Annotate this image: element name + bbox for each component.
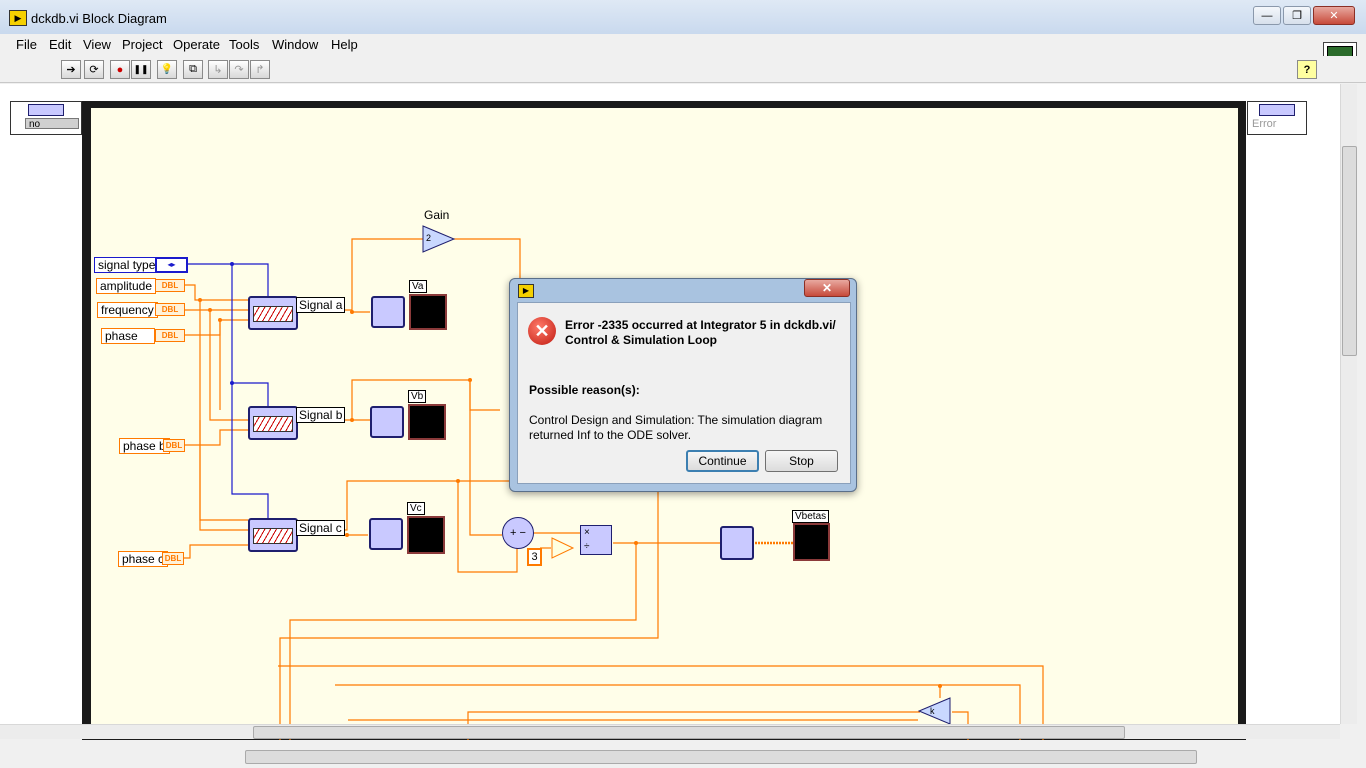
vbetas-waveform-graph[interactable] — [793, 523, 830, 561]
left-terminal-value: no — [25, 118, 79, 130]
menu-tools[interactable]: Tools — [229, 37, 259, 52]
horizontal-scroll-thumb[interactable] — [253, 726, 1125, 739]
minimize-button[interactable]: — — [1253, 6, 1281, 25]
signal-type-control[interactable]: signal type — [94, 257, 160, 273]
amplitude-control[interactable]: amplitude — [96, 278, 157, 294]
frequency-control[interactable]: frequency — [97, 302, 158, 318]
possible-reasons-text: Control Design and Simulation: The simul… — [529, 413, 823, 442]
signal-b-label: Signal b — [296, 407, 346, 423]
left-loop-terminal[interactable]: no — [10, 101, 82, 135]
phase-c-dbl-terminal[interactable]: DBL — [162, 552, 184, 565]
menu-project[interactable]: Project — [122, 37, 162, 52]
va-graph-label: Va — [409, 280, 427, 293]
labview-app-icon: ▶ — [9, 10, 27, 26]
signal-c-label: Signal c — [296, 520, 345, 536]
horizontal-scrollbar[interactable] — [0, 724, 1340, 739]
status-scroll-thumb[interactable] — [245, 750, 1197, 764]
menu-help[interactable]: Help — [331, 37, 358, 52]
signal-generator-a[interactable] — [248, 296, 298, 330]
pause-button[interactable]: ❚❚ — [131, 60, 151, 79]
vc-waveform-graph[interactable] — [407, 516, 445, 554]
right-terminal-value: Error — [1252, 118, 1277, 130]
run-continuously-button[interactable]: ⟳ — [84, 60, 104, 79]
waveform-vi-a[interactable] — [371, 296, 405, 328]
summation-block[interactable]: + − — [502, 517, 534, 549]
window-title: dckdb.vi Block Diagram — [31, 11, 167, 26]
menu-operate[interactable]: Operate — [173, 37, 220, 52]
possible-reasons-heading: Possible reason(s): — [529, 383, 640, 397]
waveform-vi-c[interactable] — [369, 518, 403, 550]
stop-button[interactable]: Stop — [765, 450, 838, 472]
title-bar[interactable] — [0, 0, 1366, 35]
signal-type-enum-terminal[interactable]: ◂▸ — [155, 257, 188, 273]
vc-graph-label: Vc — [407, 502, 425, 515]
gain-value: 2 — [426, 233, 432, 243]
terminal-icon — [28, 104, 64, 116]
phase-dbl-terminal[interactable]: DBL — [155, 329, 185, 342]
vertical-scroll-thumb[interactable] — [1342, 146, 1357, 356]
vb-waveform-graph[interactable] — [408, 404, 446, 440]
va-waveform-graph[interactable] — [409, 294, 447, 330]
highlight-execution-button[interactable]: 💡 — [157, 60, 177, 79]
divide-block[interactable]: × ÷ — [580, 525, 612, 555]
continue-button[interactable]: Continue — [686, 450, 759, 472]
vertical-scrollbar[interactable] — [1340, 84, 1357, 724]
menu-file[interactable]: File — [16, 37, 37, 52]
frequency-dbl-terminal[interactable]: DBL — [155, 303, 185, 316]
signal-a-label: Signal a — [296, 297, 346, 313]
vb-graph-label: Vb — [408, 390, 427, 403]
menu-edit[interactable]: Edit — [49, 37, 71, 52]
terminal-icon — [1259, 104, 1295, 116]
retain-wire-values-button[interactable]: ⧉ — [183, 60, 203, 79]
menu-view[interactable]: View — [83, 37, 111, 52]
menu-window[interactable]: Window — [272, 37, 318, 52]
phase-c-control[interactable]: phase c — [118, 551, 169, 567]
error-message: Error -2335 occurred at Integrator 5 in … — [565, 318, 836, 347]
status-bar — [0, 740, 1366, 768]
abort-button[interactable]: ● — [110, 60, 130, 79]
gain-label: Gain — [424, 208, 450, 222]
run-button[interactable]: ➔ — [61, 60, 81, 79]
signal-generator-c[interactable] — [248, 518, 298, 552]
step-out-button[interactable]: ↱ — [250, 60, 270, 79]
sawtooth-waveform-icon — [253, 416, 293, 432]
waveform-vi-beta[interactable] — [720, 526, 754, 560]
context-help-button[interactable]: ? — [1297, 60, 1317, 79]
phase-b-dbl-terminal[interactable]: DBL — [163, 439, 185, 452]
toolbar — [0, 56, 1366, 83]
k-gain-value: k — [930, 706, 935, 716]
restore-button[interactable]: ❐ — [1283, 6, 1311, 25]
dialog-app-icon: ▶ — [518, 284, 534, 298]
sqrt-block[interactable] — [551, 537, 575, 559]
amplitude-dbl-terminal[interactable]: DBL — [155, 279, 185, 292]
phase-control[interactable]: phase — [101, 328, 155, 344]
step-into-button[interactable]: ↳ — [208, 60, 228, 79]
k-gain-block[interactable] — [918, 697, 952, 725]
constant-three[interactable]: 3 — [527, 548, 542, 566]
sawtooth-waveform-icon — [253, 306, 293, 322]
step-over-button[interactable]: ↷ — [229, 60, 249, 79]
waveform-vi-b[interactable] — [370, 406, 404, 438]
vbetas-graph-label: Vbetas — [792, 510, 830, 523]
right-loop-terminal[interactable]: Error — [1247, 101, 1307, 135]
error-icon: ✕ — [528, 317, 556, 345]
close-window-button[interactable]: ✕ — [1313, 6, 1355, 25]
signal-generator-b[interactable] — [248, 406, 298, 440]
dialog-close-button[interactable]: ✕ — [804, 279, 850, 297]
sawtooth-waveform-icon — [253, 528, 293, 544]
